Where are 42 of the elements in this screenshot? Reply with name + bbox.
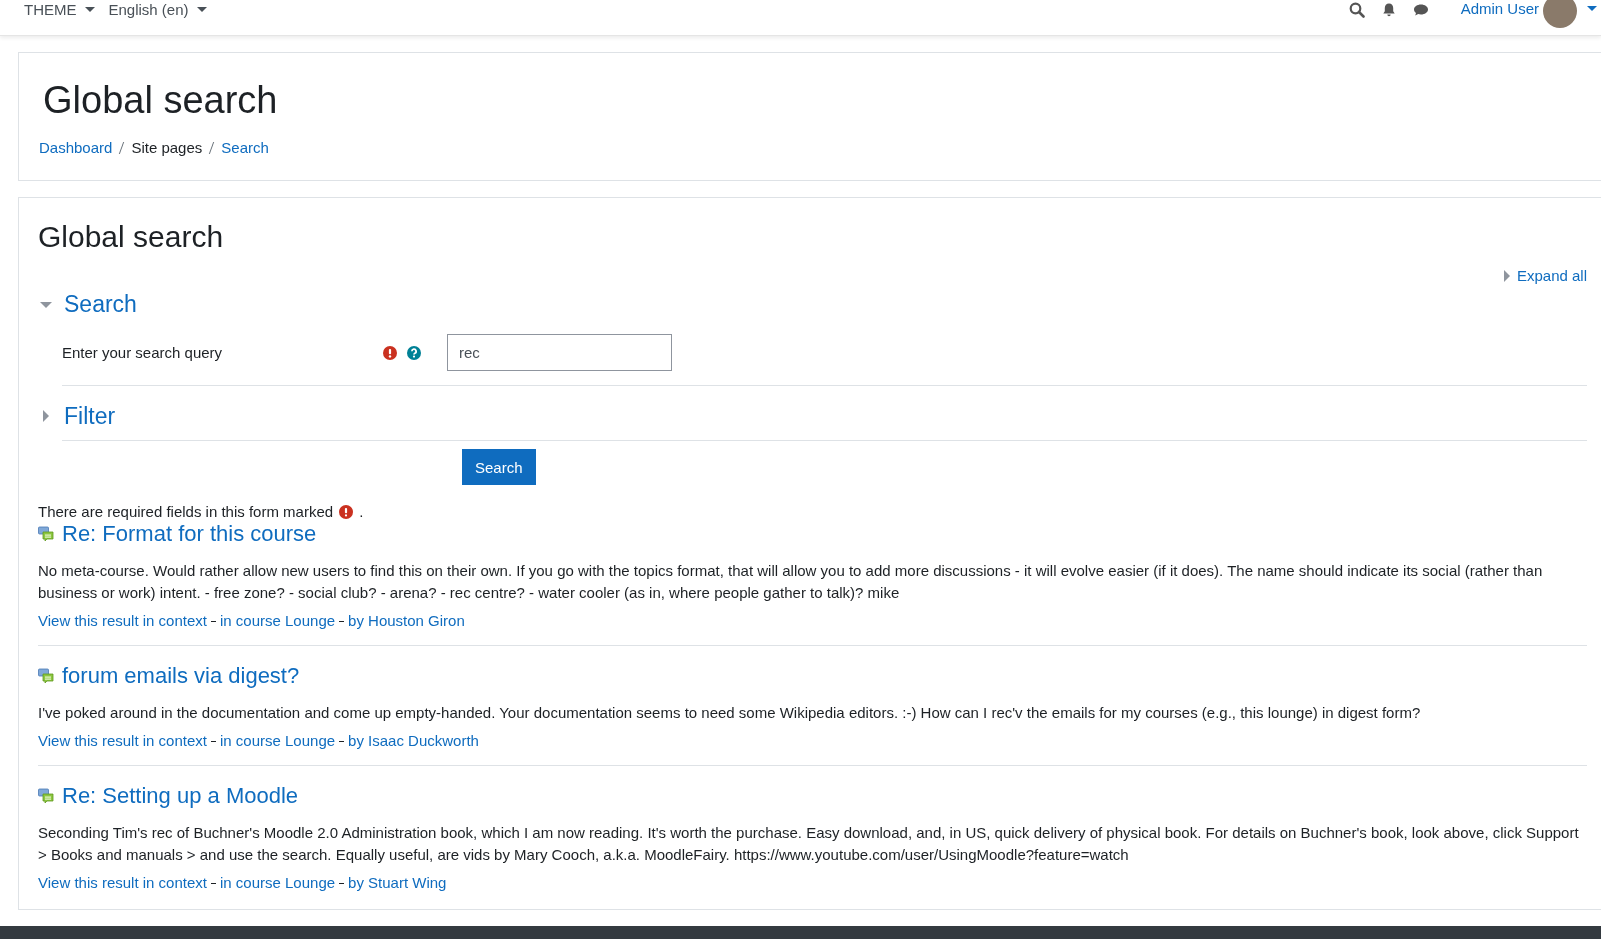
result-link[interactable]: View this result in context (38, 732, 207, 749)
forum-icon (38, 788, 54, 804)
required-note: There are required fields in this form marked (38, 503, 334, 520)
result-title-link[interactable]: Re: Format for this course (62, 520, 317, 548)
forum-icon (38, 668, 54, 684)
required-note-end: . (359, 503, 364, 520)
result-link[interactable]: by Isaac Duckworth (348, 732, 479, 749)
fieldset-toggle[interactable]: Search (38, 284, 1587, 324)
result-title-link[interactable]: forum emails via digest? (62, 662, 300, 690)
fieldset-toggle[interactable]: Filter (38, 396, 1587, 436)
required-icon (383, 345, 397, 360)
search-query-field[interactable]: rec (447, 334, 672, 371)
user-menu-link[interactable]: Admin User (1460, 0, 1539, 18)
breadcrumb-link[interactable]: Dashboard (39, 139, 113, 156)
breadcrumb-item: Site pages (131, 139, 203, 156)
result-link[interactable]: in course Lounge (220, 874, 336, 891)
forum-icon (38, 526, 54, 542)
nav-dropdown[interactable]: English (en) (108, 0, 207, 18)
result-link[interactable]: by Stuart Wing (348, 874, 447, 891)
result-link[interactable]: View this result in context (38, 612, 207, 629)
bell-icon[interactable] (1380, 2, 1397, 18)
caret-icon[interactable] (1587, 6, 1597, 11)
result-link[interactable]: View this result in context (38, 874, 207, 891)
breadcrumb-link[interactable]: Search (221, 139, 269, 156)
page-title: Global search (43, 78, 279, 123)
chat-icon[interactable] (1412, 2, 1429, 18)
result-snippet: No meta-course. Would rather allow new users to find this on their own. If you go with the topics format, that will allow you to add more discussions - it will evolve easier (if it does). The name should indicate its social (rather than business or work) intent. - free zone? - social club? - arena? - rec centre? - water cooler (as in, where people gather to talk)? mike (38, 561, 1544, 603)
section-title: Global search (38, 219, 225, 255)
expand-all-link[interactable]: Expand all (1503, 267, 1587, 284)
result-snippet: I've poked around in the documentation and come up empty-handed. Your documentation seems to need some Wikipedia editors. :-) How can I rec'v the emails for my courses (e.g., this lounge) in digest form? (38, 703, 1422, 723)
avatar[interactable] (1543, 0, 1577, 28)
result-link[interactable]: by Houston Giron (348, 612, 465, 629)
result-snippet: Seconding Tim's rec of Buchner's Moodle 2.0 Administration book, which I am now reading. It's worth the purchase. Easy download, and, in US, quick delivery of physical book. For details on Buchner's book, look above, click Support > Books and manuals > and use the search. Equally useful, are vids by Mary Cooch, a.k.a. MoodleFairy. https://www.youtube.com/user/UsingMoodle?feature=watch (38, 823, 1580, 865)
result-link[interactable]: in course Lounge (220, 612, 336, 629)
help-icon[interactable] (407, 345, 421, 360)
field-label: Enter your search query (62, 344, 224, 361)
result-title-link[interactable]: Re: Setting up a Moodle (62, 782, 299, 810)
search-icon[interactable] (1348, 2, 1365, 18)
result-link[interactable]: in course Lounge (220, 732, 336, 749)
nav-dropdown[interactable]: THEME (24, 0, 95, 18)
required-icon (339, 504, 354, 519)
search-button[interactable]: Search (462, 449, 536, 485)
